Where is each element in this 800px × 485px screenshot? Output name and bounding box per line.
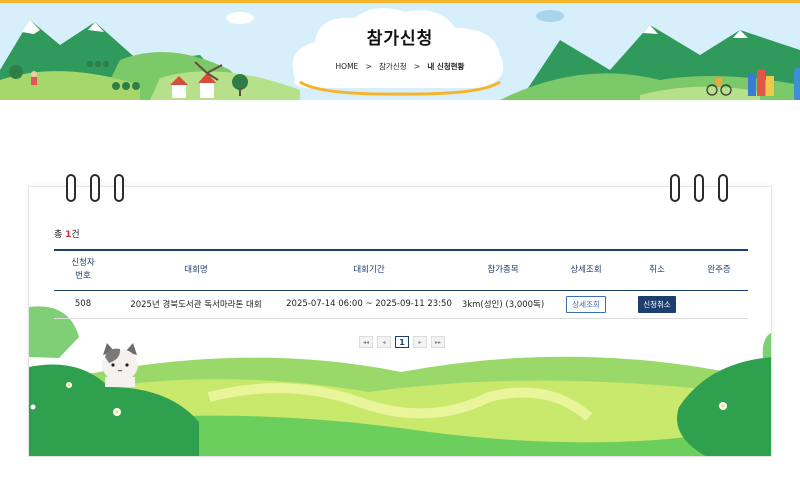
banner-title-box: 참가신청 HOME > 참가신청 > 내 신청현황 xyxy=(300,24,500,72)
cat-illustration xyxy=(102,343,138,387)
binder-ring-icon xyxy=(114,174,124,202)
binder-ring-icon xyxy=(670,174,680,202)
header-event-name: 대회명 xyxy=(184,264,208,275)
pagination: ◂◂ ◂ 1 ▸ ▸▸ xyxy=(359,336,445,348)
cell-category: 3km(성인) (3,000독) xyxy=(458,290,548,319)
header-certificate: 완주증 xyxy=(707,264,731,275)
total-prefix: 총 xyxy=(54,230,63,240)
first-page-button[interactable]: ◂◂ xyxy=(359,336,373,348)
top-accent-strip xyxy=(0,0,800,3)
detail-view-button[interactable]: 상세조회 xyxy=(566,295,606,313)
binder-ring-icon xyxy=(90,174,100,202)
binder-ring-icon xyxy=(718,174,728,202)
binder-rings-right xyxy=(670,174,728,206)
chevron-right-icon: > xyxy=(413,62,421,71)
cell-detail: 상세조회 xyxy=(548,290,624,319)
next-page-button[interactable]: ▸ xyxy=(413,336,427,348)
breadcrumb-home[interactable]: HOME xyxy=(336,62,359,71)
header-applicant-number: 신청자 번호 xyxy=(71,258,95,282)
last-page-button[interactable]: ▸▸ xyxy=(431,336,445,348)
binder-ring-icon xyxy=(66,174,76,202)
total-count: 총 1건 xyxy=(54,227,80,240)
breadcrumb: HOME > 참가신청 > 내 신청현황 xyxy=(300,61,500,72)
prev-page-button[interactable]: ◂ xyxy=(377,336,391,348)
cell-event-name: 2025년 경북도서관 독서마라톤 대회 xyxy=(112,290,280,319)
table-header-row: 신청자 번호 대회명 대회기간 참가종목 상세조회 취소 완주증 xyxy=(54,250,748,290)
cell-event-period: 2025-07-14 06:00 ~ 2025-09-11 23:50 xyxy=(280,290,458,319)
cancel-application-button[interactable]: 신청취소 xyxy=(638,295,676,313)
breadcrumb-current[interactable]: 내 신청현황 xyxy=(427,61,464,72)
total-suffix: 건 xyxy=(71,230,80,240)
header-category: 참가종목 xyxy=(487,264,519,275)
board-illustration xyxy=(29,306,771,456)
table-row: 508 2025년 경북도서관 독서마라톤 대회 2025-07-14 06:0… xyxy=(54,290,748,319)
side-quick-tab[interactable] xyxy=(794,68,800,100)
application-board: 총 1건 신청자 번호 대회명 대회기간 참가종목 상세조회 취소 완주증 50… xyxy=(28,186,772,457)
application-table: 신청자 번호 대회명 대회기간 참가종목 상세조회 취소 완주증 508 202… xyxy=(54,249,748,319)
header-cancel: 취소 xyxy=(649,264,665,275)
chevron-right-icon: > xyxy=(365,62,373,71)
page-title: 참가신청 xyxy=(366,29,434,49)
cell-cancel: 신청취소 xyxy=(624,290,690,319)
binder-rings-left xyxy=(66,174,124,206)
binder-ring-icon xyxy=(694,174,704,202)
cell-certificate xyxy=(690,290,748,319)
header-event-period: 대회기간 xyxy=(353,264,385,275)
breadcrumb-apply[interactable]: 참가신청 xyxy=(379,61,407,72)
cell-applicant-number: 508 xyxy=(54,290,112,319)
header-banner: 참가신청 HOME > 참가신청 > 내 신청현황 xyxy=(0,0,800,100)
page-1-button[interactable]: 1 xyxy=(395,336,409,348)
header-detail: 상세조회 xyxy=(570,264,602,275)
